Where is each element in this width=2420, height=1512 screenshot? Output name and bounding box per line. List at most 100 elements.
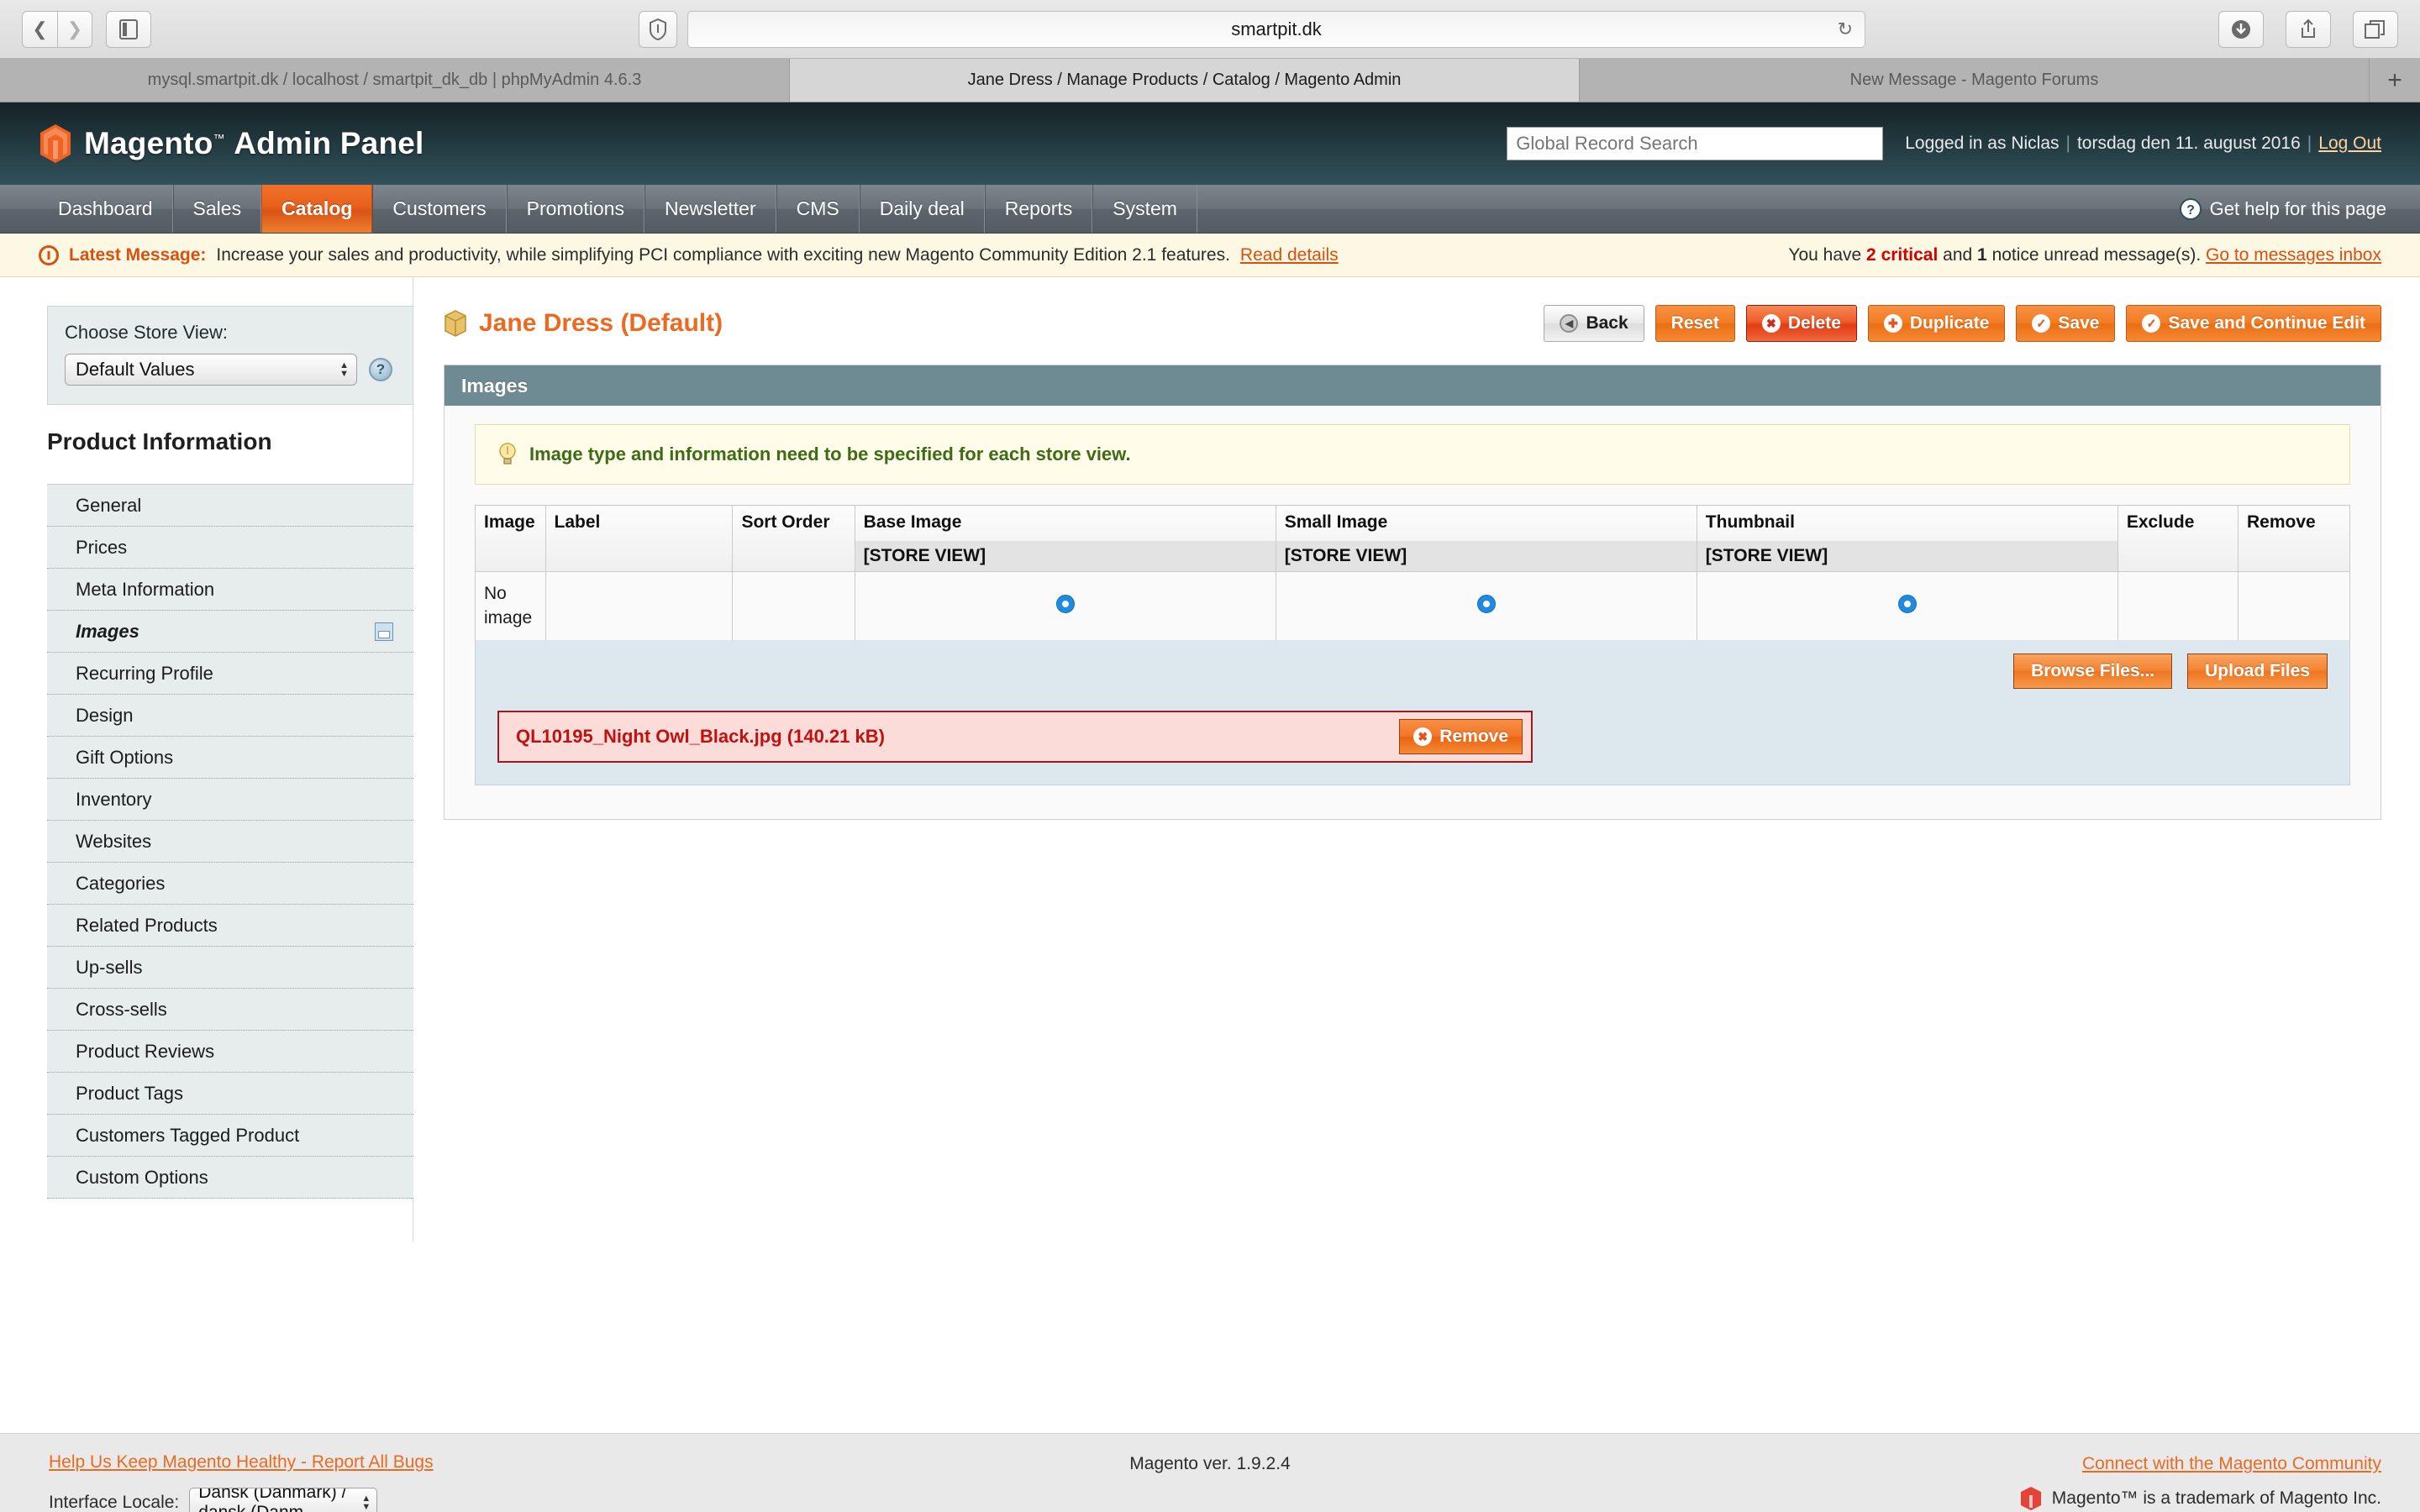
magento-logo[interactable]: Magento™ Admin Panel — [39, 123, 424, 164]
sidebar-item-prices[interactable]: Prices — [47, 527, 413, 569]
read-details-link[interactable]: Read details — [1240, 245, 1339, 265]
back-arrow-icon: ◀ — [1560, 314, 1579, 333]
sidebar-item-gift-options[interactable]: Gift Options — [47, 737, 413, 779]
reset-button[interactable]: Reset — [1655, 305, 1735, 342]
radio-small-image[interactable] — [1476, 594, 1496, 613]
duplicate-button[interactable]: ✚ Duplicate — [1867, 305, 2006, 342]
cell-exclude[interactable] — [2117, 571, 2239, 641]
cell-thumbnail-radio[interactable] — [1696, 571, 2118, 641]
forward-icon[interactable]: ❯ — [57, 10, 92, 48]
nav-item-system[interactable]: System — [1092, 185, 1197, 233]
browser-tab[interactable]: mysql.smartpit.dk / localhost / smartpit… — [0, 59, 790, 102]
reload-icon[interactable]: ↻ — [1838, 18, 1853, 40]
get-help-link[interactable]: ? Get help for this page — [2179, 197, 2386, 220]
sidebar-item-product-reviews[interactable]: Product Reviews — [47, 1031, 413, 1073]
sidebar-toggle-icon[interactable] — [106, 10, 151, 48]
radio-base-image[interactable] — [1055, 594, 1075, 613]
download-icon[interactable] — [2218, 10, 2264, 48]
logo-trademark: ™ — [213, 131, 225, 145]
sidebar-item-custom-options[interactable]: Custom Options — [47, 1157, 413, 1199]
cell-remove[interactable] — [2238, 571, 2350, 641]
upload-files-button[interactable]: Upload Files — [2187, 654, 2328, 689]
cell-base-image-radio[interactable] — [854, 571, 1276, 641]
sidebar-item-customers-tagged-product[interactable]: Customers Tagged Product — [47, 1115, 413, 1157]
magento-header: Magento™ Admin Panel Logged in as Niclas… — [0, 102, 2420, 185]
nav-item-reports[interactable]: Reports — [984, 185, 1093, 233]
tab-title: mysql.smartpit.dk / localhost / smartpit… — [147, 71, 642, 89]
col-small-image: Small Image [STORE VIEW] — [1275, 505, 1697, 572]
nav-item-catalog[interactable]: Catalog — [261, 185, 373, 233]
cell-label[interactable] — [544, 571, 734, 641]
main-navigation: Dashboard Sales Catalog Customers Promot… — [0, 185, 2420, 234]
sidebar-item-product-tags[interactable]: Product Tags — [47, 1073, 413, 1115]
images-panel-title: Images — [445, 365, 2381, 406]
sidebar-item-related-products[interactable]: Related Products — [47, 905, 413, 947]
critical-count: 2 — [1866, 244, 1876, 265]
save-button[interactable]: ✓ Save — [2016, 305, 2116, 342]
url-text: smartpit.dk — [1231, 18, 1322, 39]
col-base-image-label: Base Image — [863, 512, 962, 532]
nav-item-promotions[interactable]: Promotions — [506, 185, 644, 233]
interface-locale-value: Dansk (Danmark) / dansk (Danm — [198, 1488, 347, 1512]
latest-message-bar: Latest Message: Increase your sales and … — [0, 234, 2420, 277]
sidebar-item-meta-information[interactable]: Meta Information — [47, 569, 413, 611]
sidebar-item-design[interactable]: Design — [47, 695, 413, 737]
browse-files-button[interactable]: Browse Files... — [2013, 654, 2173, 689]
store-view-selector-box: Choose Store View: Default Values ▲ ▼ ? — [47, 306, 413, 405]
nav-item-sales[interactable]: Sales — [172, 185, 262, 233]
interface-locale-select[interactable]: Dansk (Danmark) / dansk (Danm ▲▼ — [189, 1488, 378, 1512]
upload-file-row: QL10195_Night Owl_Black.jpg (140.21 kB) … — [497, 711, 1533, 763]
url-input[interactable]: smartpit.dk ↻ — [687, 10, 1865, 48]
magento-community-link[interactable]: Connect with the Magento Community — [2082, 1454, 2381, 1473]
cell-sort-order[interactable] — [732, 571, 855, 641]
report-bugs-link[interactable]: Help Us Keep Magento Healthy - Report Al… — [49, 1452, 434, 1472]
sidebar-item-general[interactable]: General — [47, 485, 413, 527]
radio-thumbnail[interactable] — [1897, 594, 1917, 613]
header-separator-1: | — [2065, 134, 2070, 153]
latest-message-left: Latest Message: Increase your sales and … — [39, 244, 1339, 265]
new-tab-button[interactable]: + — [2370, 59, 2420, 102]
nav-item-dashboard[interactable]: Dashboard — [39, 185, 173, 233]
sidebar-item-recurring-profile[interactable]: Recurring Profile — [47, 653, 413, 695]
show-all-tabs-icon[interactable] — [2353, 10, 2398, 48]
question-help-icon[interactable]: ? — [369, 358, 392, 381]
main-content: Jane Dress (Default) ◀ Back Reset ✖ Dele… — [413, 277, 2420, 1433]
remove-file-button[interactable]: ✖ Remove — [1399, 719, 1523, 754]
sidebar-item-up-sells[interactable]: Up-sells — [47, 947, 413, 989]
question-mark-icon: ? — [2179, 197, 2202, 220]
col-exclude: Exclude — [2117, 505, 2239, 572]
nav-item-daily-deal[interactable]: Daily deal — [859, 185, 985, 233]
critical-word: critical — [1881, 244, 1939, 265]
logout-link[interactable]: Log Out — [2318, 134, 2381, 153]
sidebar-item-categories[interactable]: Categories — [47, 863, 413, 905]
browser-tab-active[interactable]: Jane Dress / Manage Products / Catalog /… — [790, 59, 1580, 102]
privacy-shield-icon[interactable] — [639, 10, 677, 48]
sidebar-item-websites[interactable]: Websites — [47, 821, 413, 863]
nav-item-newsletter[interactable]: Newsletter — [644, 185, 776, 233]
logged-in-label: Logged in as Niclas — [1905, 134, 2060, 153]
browser-tab[interactable]: New Message - Magento Forums — [1580, 59, 2370, 102]
back-button[interactable]: ◀ Back — [1544, 305, 1644, 342]
save-and-continue-edit-button[interactable]: ✓ Save and Continue Edit — [2126, 305, 2381, 342]
messages-inbox-link[interactable]: Go to messages inbox — [2206, 245, 2381, 265]
sidebar-item-cross-sells[interactable]: Cross-sells — [47, 989, 413, 1031]
global-search-input[interactable] — [1507, 127, 1884, 160]
cell-small-image-radio[interactable] — [1275, 571, 1697, 641]
store-view-select[interactable]: Default Values ▲ ▼ — [65, 354, 357, 386]
back-icon[interactable]: ❮ — [22, 10, 57, 48]
page-action-buttons: ◀ Back Reset ✖ Delete ✚ Duplicate ✓ Save — [1544, 305, 2381, 342]
delete-x-icon: ✖ — [1761, 314, 1781, 333]
images-panel: Images Image type and information need t… — [444, 365, 2381, 820]
nav-item-cms[interactable]: CMS — [776, 185, 860, 233]
delete-button[interactable]: ✖ Delete — [1745, 305, 1857, 342]
back-button-label: Back — [1586, 313, 1628, 333]
col-image-label: Image — [484, 512, 535, 532]
sidebar-item-images[interactable]: Images — [47, 611, 413, 653]
nav-item-customers[interactable]: Customers — [372, 185, 507, 233]
store-view-value: Default Values — [76, 359, 195, 380]
product-sidebar: Choose Store View: Default Values ▲ ▼ ? P… — [0, 277, 413, 1242]
address-bar-group: smartpit.dk ↻ — [639, 10, 1865, 48]
sidebar-item-inventory[interactable]: Inventory — [47, 779, 413, 821]
plus-icon: ✚ — [1883, 314, 1902, 333]
share-icon[interactable] — [2286, 10, 2331, 48]
